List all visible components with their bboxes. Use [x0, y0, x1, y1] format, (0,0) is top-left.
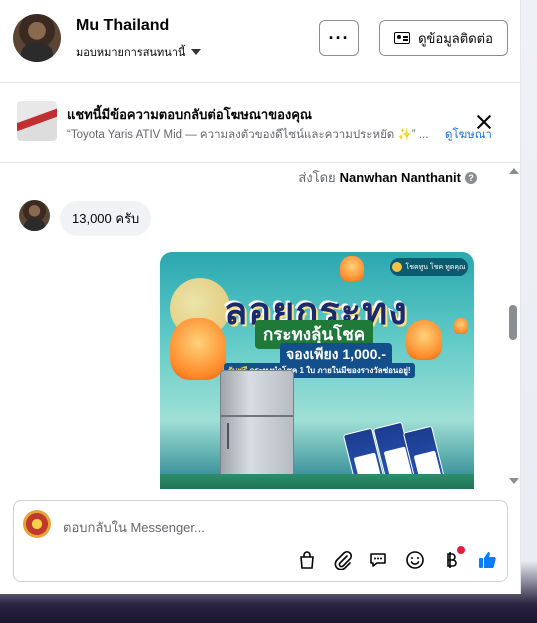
lantern-graphic: [340, 256, 364, 282]
page-avatar[interactable]: [13, 14, 61, 62]
scroll-up-arrow[interactable]: [509, 168, 519, 174]
sender-avatar[interactable]: [19, 200, 50, 231]
page-avatar-small: [23, 510, 51, 538]
ad-thumbnail[interactable]: [17, 101, 57, 141]
scroll-down-arrow[interactable]: [509, 478, 519, 484]
info-icon[interactable]: ?: [465, 171, 477, 184]
baht-icon[interactable]: [439, 546, 465, 572]
refrigerator-graphic: [220, 370, 294, 489]
conversation-panel: Mu Thailand มอบหมายการสนทนานี้ ··· ดูข้อ…: [0, 0, 521, 594]
page-name[interactable]: Mu Thailand: [76, 17, 169, 35]
smiley-icon[interactable]: [403, 548, 427, 572]
more-icon: ···: [328, 27, 350, 48]
chat-bubbles-icon[interactable]: [367, 548, 391, 572]
sent-by-line: ส่งโดย Nanwhan Nanthanit ?: [298, 167, 477, 188]
message-composer[interactable]: ตอบกลับใน Messenger...: [13, 500, 508, 582]
assign-label: มอบหมายการสนทนานี้: [76, 47, 186, 59]
desktop-background: [0, 594, 537, 623]
close-icon[interactable]: [474, 112, 494, 132]
image-attachment[interactable]: โชคทูน โชค ทูดคุณ ลอยกระทง กระทงลุ้นโชค …: [160, 252, 474, 489]
poster-logo: โชคทูน โชค ทูดคุณ: [390, 258, 468, 276]
bag-icon[interactable]: [295, 548, 319, 572]
notification-dot: [457, 546, 465, 554]
view-contact-label: ดูข้อมูลติดต่อ: [418, 30, 493, 46]
ad-banner-subtitle: “Toyota Yaris ATIV Mid — ความลงตัวของดีไ…: [67, 129, 429, 141]
lantern-graphic: [454, 318, 468, 334]
conversation-header: Mu Thailand มอบหมายการสนทนานี้ ··· ดูข้อ…: [0, 0, 521, 83]
assign-conversation-dropdown[interactable]: มอบหมายการสนทนานี้: [76, 43, 202, 61]
id-card-icon: [394, 32, 411, 44]
more-button[interactable]: ···: [319, 20, 359, 56]
lantern-graphic: [170, 318, 226, 380]
ground-graphic: [160, 474, 474, 489]
paperclip-icon[interactable]: [331, 548, 355, 572]
lantern-graphic: [406, 320, 442, 360]
composer-toolbar: [295, 546, 499, 573]
ad-reply-banner: แชทนี้มีข้อความตอบกลับต่อโฆษณาของคุณ “To…: [0, 84, 521, 163]
sent-by-prefix: ส่งโดย: [298, 170, 336, 185]
thumbs-up-icon[interactable]: [475, 548, 499, 572]
view-contact-button[interactable]: ดูข้อมูลติดต่อ: [379, 20, 508, 56]
caret-down-icon: [191, 49, 202, 55]
sent-by-name: Nanwhan Nanthanit: [339, 170, 461, 185]
ad-banner-title: แชทนี้มีข้อความตอบกลับต่อโฆษณาของคุณ: [67, 107, 312, 122]
reply-input[interactable]: ตอบกลับใน Messenger...: [63, 517, 205, 538]
scrollbar-thumb[interactable]: [509, 305, 517, 340]
message-thread[interactable]: ส่งโดย Nanwhan Nanthanit ? 13,000 ครับ โ…: [0, 164, 521, 489]
message-bubble[interactable]: 13,000 ครับ: [60, 201, 152, 236]
